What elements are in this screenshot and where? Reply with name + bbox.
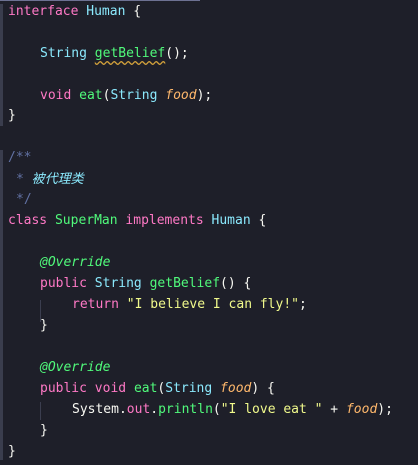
class-name-token: SuperMan — [54, 213, 118, 228]
string-token: "I believe I can fly!" — [126, 297, 299, 312]
method-name-token: eat — [133, 381, 158, 396]
code-line-1[interactable]: interface Human { — [8, 2, 141, 22]
comment-text-token: 被代理类 — [31, 172, 84, 187]
punctuation-token: ); — [196, 88, 213, 103]
keyword-token: implements — [125, 213, 204, 228]
code-line-10[interactable]: @Override — [40, 358, 110, 378]
keyword-token: void — [94, 381, 127, 396]
class-ref-token: System — [72, 402, 119, 417]
type-token: String — [165, 381, 213, 396]
fold-region-interface — [0, 4, 3, 126]
code-line-6[interactable]: @Override — [40, 253, 110, 273]
param-token: food — [345, 402, 378, 417]
param-token: food — [220, 381, 252, 396]
type-token: String — [94, 276, 142, 291]
comment-line-2[interactable]: * 被代理类 — [16, 170, 84, 190]
punctuation-token: ); — [377, 402, 393, 417]
type-token: Human — [86, 4, 126, 19]
keyword-token: public — [40, 276, 87, 291]
punctuation-token: ( — [212, 402, 221, 417]
code-line-13[interactable]: } — [40, 421, 48, 441]
type-token: String — [110, 88, 158, 103]
comment-token: /** — [8, 150, 32, 165]
punctuation-token: () { — [220, 276, 252, 291]
brace-token: } — [8, 444, 16, 459]
comment-line-1[interactable]: /** — [8, 148, 31, 168]
comment-line-3[interactable]: */ — [16, 190, 32, 210]
code-line-4[interactable]: } — [8, 106, 16, 126]
brace-token: { — [133, 4, 142, 19]
comment-token: * — [16, 172, 24, 187]
brace-token: } — [8, 108, 16, 123]
indent-guide — [40, 402, 41, 420]
field-token: out — [126, 402, 151, 417]
method-name-token: eat — [79, 88, 103, 103]
brace-token: } — [40, 423, 48, 438]
punctuation-token: ; — [298, 297, 307, 312]
annotation-token: @Override — [40, 360, 111, 375]
code-line-8[interactable]: return "I believe I can fly!"; — [72, 295, 307, 315]
method-name-token: getBelief — [149, 276, 221, 291]
punctuation-token: (); — [165, 46, 189, 61]
code-line-9[interactable]: } — [40, 316, 48, 336]
code-line-3[interactable]: void eat(String food); — [40, 86, 212, 106]
type-token: Human — [211, 213, 251, 228]
punctuation-token: . — [118, 402, 127, 417]
keyword-token: return — [72, 297, 119, 312]
keyword-token: class — [8, 213, 48, 228]
code-line-11[interactable]: public void eat(String food) { — [40, 379, 275, 399]
code-line-2[interactable]: String getBelief(); — [40, 44, 189, 64]
comment-token: */ — [16, 192, 32, 207]
brace-token: } — [40, 318, 48, 333]
method-name-token: println — [158, 402, 213, 417]
brace-token: { — [258, 213, 267, 228]
punctuation-token: ) { — [251, 381, 275, 396]
code-line-7[interactable]: public String getBelief() { — [40, 274, 251, 294]
code-line-12[interactable]: System.out.println("I love eat " + food)… — [72, 400, 393, 420]
operator-token: + — [322, 402, 346, 417]
keyword-token: interface — [8, 4, 79, 19]
code-line-5[interactable]: class SuperMan implements Human { — [8, 211, 266, 231]
keyword-token: void — [40, 88, 72, 103]
punctuation-token: . — [150, 402, 159, 417]
method-name-token: getBelief — [94, 46, 166, 61]
code-line-14[interactable]: } — [8, 442, 16, 462]
code-editor[interactable]: interface Human { String getBelief(); vo… — [0, 0, 418, 465]
fold-region-class — [0, 150, 3, 460]
annotation-token: @Override — [40, 255, 111, 270]
type-token: String — [40, 46, 87, 61]
param-token: food — [165, 88, 197, 103]
string-token: "I love eat " — [220, 402, 323, 417]
keyword-token: public — [40, 381, 87, 396]
